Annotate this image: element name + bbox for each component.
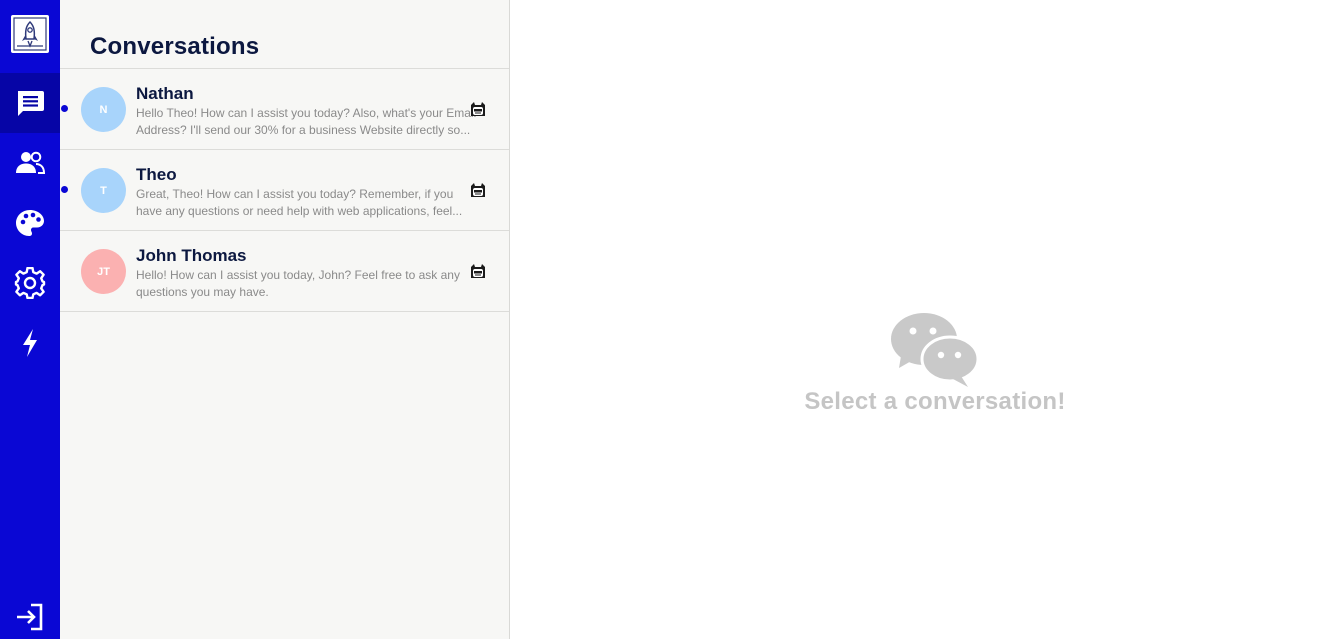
message-preview: Great, Theo! How can I assist you today?… (136, 187, 463, 218)
panel-title: Conversations (90, 33, 260, 60)
nav-rail (0, 0, 60, 639)
message-preview: Hello Theo! How can I assist you today? … (136, 106, 477, 137)
rocket-logo-icon[interactable] (11, 15, 49, 53)
conversation-list-panel: Conversations N Nathan Hello Theo! How c… (60, 0, 510, 639)
nav-item-chat[interactable] (0, 73, 60, 133)
palette-icon (16, 210, 44, 236)
empty-state: Select a conversation! (800, 312, 1070, 416)
bot-badge-icon (471, 102, 485, 116)
contact-name: John Thomas (136, 246, 247, 265)
bot-badge-icon (471, 183, 485, 197)
nav-item-automation[interactable] (0, 313, 60, 373)
conversation-item-theo[interactable]: T Theo Great, Theo! How can I assist you… (60, 150, 509, 231)
empty-state-text: Select a conversation! (804, 388, 1066, 415)
conversation-item-john-thomas[interactable]: JT John Thomas Hello! How can I assist y… (60, 231, 509, 312)
contact-name: Nathan (136, 84, 194, 103)
wechat-bubbles-icon (891, 313, 979, 387)
avatar: T (81, 168, 126, 213)
sign-in-arrow-icon (17, 603, 43, 631)
bot-badge-icon (471, 264, 485, 278)
unread-dot (61, 105, 68, 112)
rocket-logo-graphic (13, 17, 47, 51)
users-icon (16, 151, 46, 174)
conversation-list: N Nathan Hello Theo! How can I assist yo… (60, 69, 509, 312)
logout-button[interactable] (0, 587, 60, 639)
unread-dot (61, 186, 68, 193)
avatar: JT (81, 249, 126, 294)
gear-icon (14, 267, 46, 299)
message-preview: Hello! How can I assist you today, John?… (136, 268, 460, 299)
chat-bubble-icon (18, 91, 44, 116)
app-root: Conversations N Nathan Hello Theo! How c… (0, 0, 1338, 639)
contact-name: Theo (136, 165, 177, 184)
chat-main-area: Select a conversation! (510, 0, 1338, 639)
avatar: N (81, 87, 126, 132)
lightning-bolt-icon (23, 329, 37, 357)
conversation-item-nathan[interactable]: N Nathan Hello Theo! How can I assist yo… (60, 69, 509, 150)
nav-item-settings[interactable] (0, 253, 60, 313)
nav-item-contacts[interactable] (0, 133, 60, 193)
nav-item-theme[interactable] (0, 193, 60, 253)
